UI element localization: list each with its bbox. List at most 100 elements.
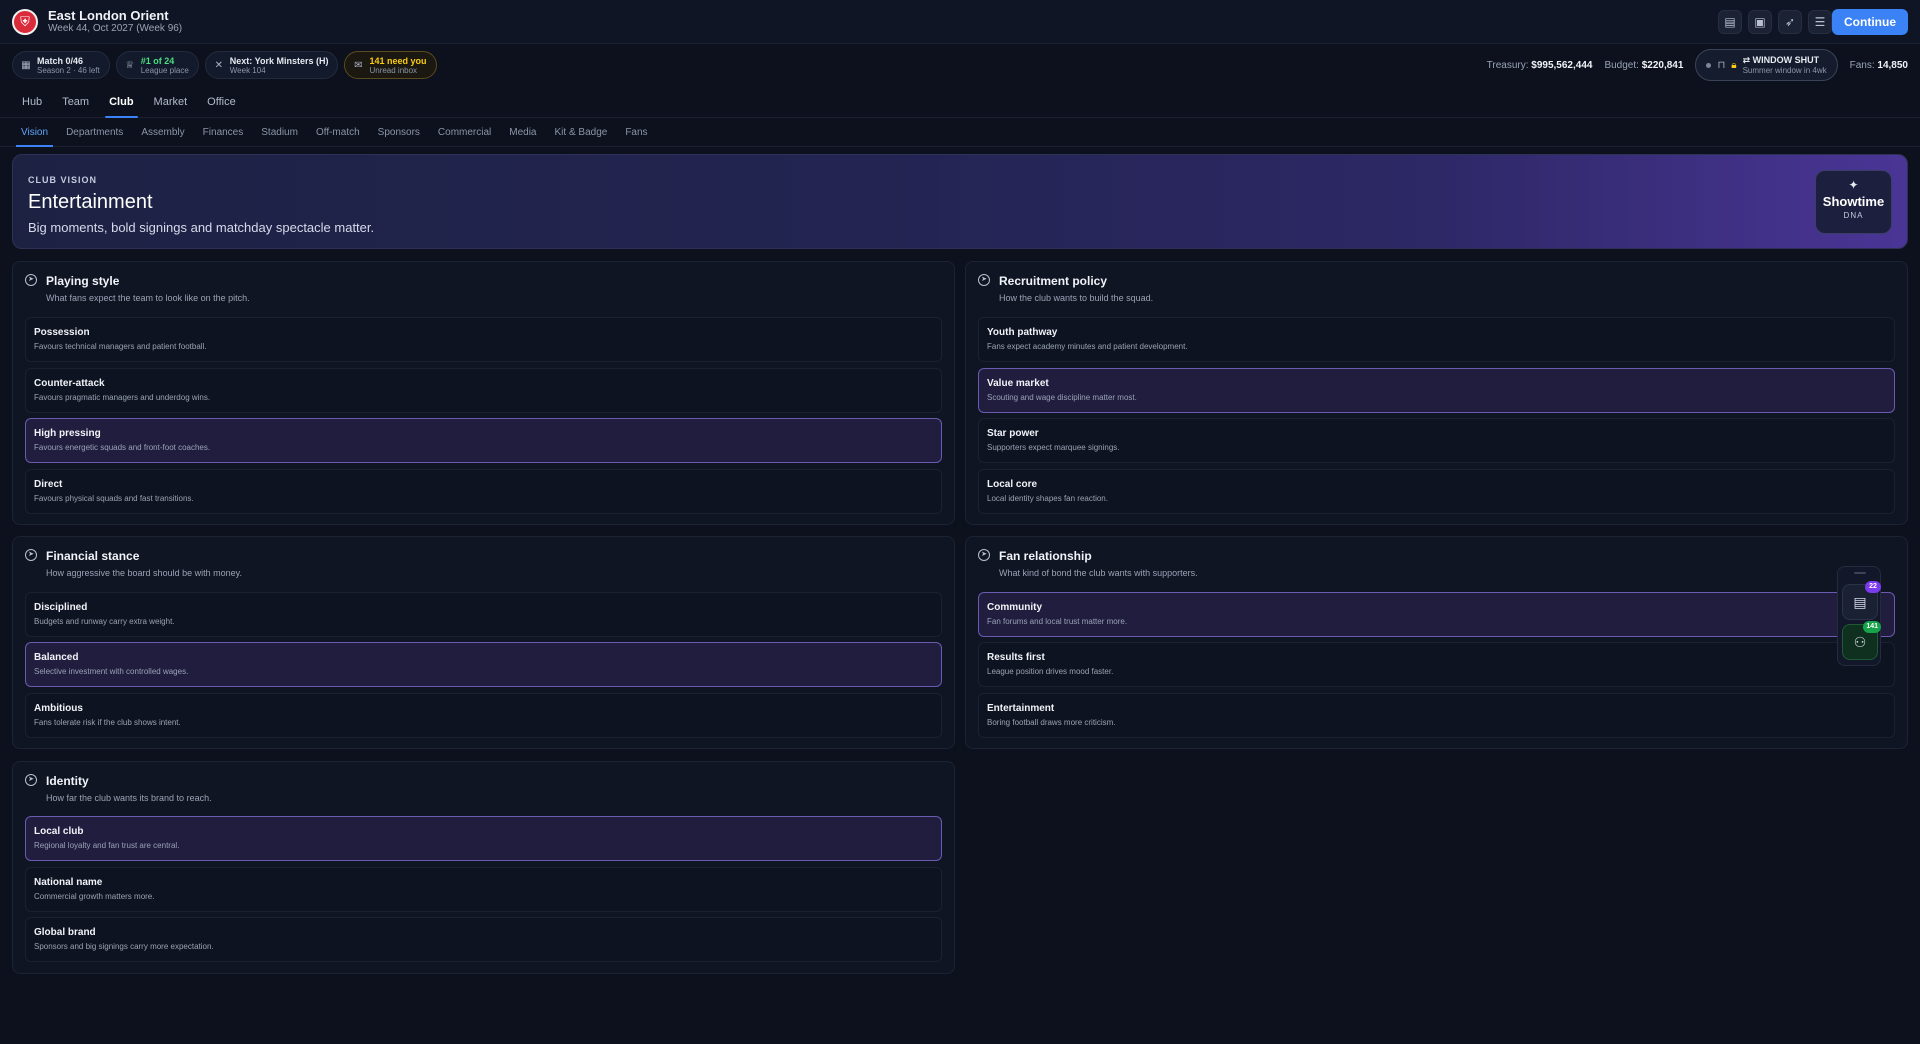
subtab-assembly[interactable]: Assembly [132,119,193,147]
crossed-swords-icon: ✕ [214,59,223,71]
budget: Budget: $220,841 [1604,59,1684,71]
panel-subtitle: How the club wants to build the squad. [999,293,1154,303]
tab-team[interactable]: Team [52,86,99,118]
option-name: Disciplined [34,602,88,613]
option-balanced[interactable]: Balanced Selective investment with contr… [25,642,942,687]
season-info: Season 2 · 46 left [37,65,100,75]
window-sub: Summer window in 4wk [1742,65,1827,75]
option-value-market[interactable]: Value market Scouting and wage disciplin… [978,368,1895,413]
fans: Fans: 14,850 [1849,59,1908,71]
top-bar: ⛨ East London Orient Week 44, Oct 2027 (… [0,0,1920,44]
option-desc: Regional loyalty and fan trust are centr… [34,841,180,850]
option-direct[interactable]: Direct Favours physical squads and fast … [25,469,942,514]
option-entertainment[interactable]: Entertainment Boring football draws more… [978,693,1895,738]
tab-hub[interactable]: Hub [12,86,52,118]
option-results-first[interactable]: Results first League position drives moo… [978,642,1895,687]
dna-label: DNA [1843,211,1864,220]
panel-subtitle: What fans expect the team to look like o… [46,293,250,303]
compass-icon: ➤ [25,274,37,286]
option-local-club[interactable]: Local club Regional loyalty and fan trus… [25,816,942,861]
option-name: Local club [34,826,84,837]
option-desc: Local identity shapes fan reaction. [987,494,1108,503]
padlock-icon: 🔒︎ [1731,59,1737,71]
match-pill[interactable]: ▦ Match 0/46 Season 2 · 46 left [12,51,110,79]
status-bar: ▦ Match 0/46 Season 2 · 46 left ♕ #1 of … [0,45,1920,85]
option-local-core[interactable]: Local core Local identity shapes fan rea… [978,469,1895,514]
match-count: Match 0/46 [37,55,84,66]
next-match-pill[interactable]: ✕ Next: York Minsters (H) Week 104 [204,51,339,79]
club-name: East London Orient [48,8,169,23]
game-date: Week 44, Oct 2027 (Week 96) [48,23,183,34]
option-disciplined[interactable]: Disciplined Budgets and runway carry ext… [25,592,942,637]
tab-office[interactable]: Office [197,86,246,118]
option-desc: Scouting and wage discipline matter most… [987,393,1137,402]
option-desc: Favours energetic squads and front-foot … [34,443,211,452]
sliders-icon[interactable]: ☰ [1808,10,1832,34]
option-name: Balanced [34,652,79,663]
panel-title: Recruitment policy [999,274,1108,288]
identity-panel: ➤ Identity How far the club wants its br… [12,761,955,974]
panel-subtitle: What kind of bond the club wants with su… [999,568,1198,578]
next-week: Week 104 [229,65,266,75]
subtab-kit-badge[interactable]: Kit & Badge [546,119,617,147]
people-button[interactable]: ⚇ 141 [1842,621,1881,660]
option-counter-attack[interactable]: Counter-attack Favours pragmatic manager… [25,368,942,413]
option-name: Results first [987,652,1045,663]
option-possession[interactable]: Possession Favours technical managers an… [25,317,942,362]
tab-market[interactable]: Market [144,86,198,118]
tasks-button[interactable]: ▤ 22 [1842,581,1881,620]
option-name: Youth pathway [987,327,1058,338]
status-dot-icon [1706,62,1712,68]
subtab-finances[interactable]: Finances [194,119,253,147]
option-name: National name [34,877,103,888]
subtab-off-match[interactable]: Off-match [307,119,369,147]
option-global-brand[interactable]: Global brand Sponsors and big signings c… [25,917,942,962]
inbox-label: Unread inbox [369,65,418,75]
compass-icon: ➤ [978,549,990,561]
subtab-sponsors[interactable]: Sponsors [369,119,429,147]
dna-card: ✦ Showtime DNA [1815,170,1892,234]
fans-value: 14,850 [1877,59,1908,71]
subtab-commercial[interactable]: Commercial [429,119,500,147]
hero-title: Entertainment [28,191,153,213]
fan-relationship-panel: ➤ Fan relationship What kind of bond the… [965,536,1908,749]
option-national-name[interactable]: National name Commercial growth matters … [25,867,942,912]
swap-icon: ⇄ [1742,54,1751,65]
option-name: Possession [34,327,90,338]
option-ambitious[interactable]: Ambitious Fans tolerate risk if the club… [25,693,942,738]
option-desc: Supporters expect marquee signings. [987,443,1120,452]
floating-dock: ▤ 22 ⚇ 141 [1837,566,1881,666]
clipboard-icon[interactable]: ▤ [1718,10,1742,34]
subtab-stadium[interactable]: Stadium [252,119,307,147]
league-label: League place [140,65,189,75]
option-community[interactable]: Community Fan forums and local trust mat… [978,592,1895,637]
continue-button[interactable]: Continue [1832,9,1908,35]
drag-handle[interactable] [1854,572,1866,574]
option-name: Entertainment [987,703,1055,714]
rocket-icon[interactable]: ➶ [1778,10,1802,34]
option-desc: Selective investment with controlled wag… [34,667,189,676]
subtab-vision[interactable]: Vision [12,119,57,147]
option-name: Value market [987,378,1049,389]
option-star-power[interactable]: Star power Supporters expect marquee sig… [978,418,1895,463]
tab-club[interactable]: Club [99,86,143,118]
option-name: Local core [987,479,1038,490]
save-icon[interactable]: ▣ [1748,10,1772,34]
subtab-departments[interactable]: Departments [57,119,132,147]
option-high-pressing[interactable]: High pressing Favours energetic squads a… [25,418,942,463]
subtab-media[interactable]: Media [500,119,545,147]
club-crest-icon: ⛨ [12,8,38,35]
option-youth-pathway[interactable]: Youth pathway Fans expect academy minute… [978,317,1895,362]
option-name: Star power [987,428,1039,439]
league-pill[interactable]: ♕ #1 of 24 League place [115,51,199,79]
panel-title: Financial stance [46,549,140,563]
panel-title: Playing style [46,274,120,288]
panel-title: Identity [46,774,89,788]
subtab-fans[interactable]: Fans [616,119,656,147]
inbox-pill[interactable]: ✉ 141 need you Unread inbox [344,51,437,79]
lock-icon: ⊓ [1717,59,1726,71]
playing-style-panel: ➤ Playing style What fans expect the tea… [12,261,955,525]
panel-subtitle: How aggressive the board should be with … [46,568,242,578]
option-desc: Fan forums and local trust matter more. [987,617,1128,626]
transfer-window-pill[interactable]: ⊓ 🔒︎ ⇄ WINDOW SHUT Summer window in 4wk [1695,49,1838,81]
